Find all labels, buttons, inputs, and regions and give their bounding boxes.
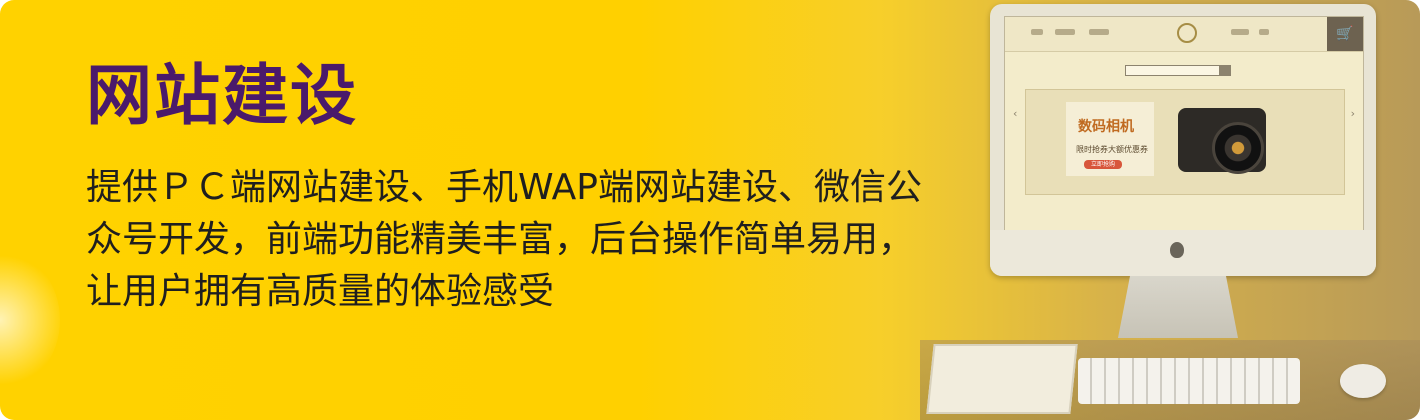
- computer-screen: 🛒 数码相机 限时抢券大额优惠券 立即抢购 ‹ ›: [1004, 16, 1364, 232]
- screen-hero: 数码相机 限时抢券大额优惠券 立即抢购: [1025, 89, 1345, 195]
- keyboard-icon: [1078, 358, 1300, 404]
- promo-card: 数码相机 限时抢券大额优惠券 立即抢购: [1066, 102, 1154, 176]
- nav-text: [1055, 29, 1075, 35]
- nav-text: [1089, 29, 1109, 35]
- search-box: [1125, 65, 1221, 76]
- imac-computer-icon: 🛒 数码相机 限时抢券大额优惠券 立即抢购 ‹ ›: [990, 4, 1376, 276]
- screen-topbar: 🛒: [1005, 17, 1363, 52]
- banner: 网站建设 提供ＰＣ端网站建设、手机WAP端网站建设、微信公众号开发，前端功能精美…: [0, 0, 1420, 420]
- computer-chin: [990, 230, 1376, 276]
- nav-text: [1259, 29, 1269, 35]
- tablet-icon: [926, 344, 1078, 414]
- nav-text: [1231, 29, 1249, 35]
- camera-lens: [1212, 122, 1264, 174]
- chevron-left-icon: ‹: [1013, 107, 1018, 120]
- search-icon: [1219, 65, 1231, 76]
- apple-logo-icon: [1170, 242, 1184, 258]
- computer-stand: [1118, 276, 1238, 338]
- promo-button: 立即抢购: [1084, 160, 1122, 169]
- banner-description: 提供ＰＣ端网站建设、手机WAP端网站建设、微信公众号开发，前端功能精美丰富，后台…: [86, 167, 922, 312]
- cart-icon: 🛒: [1327, 17, 1363, 51]
- chevron-right-icon: ›: [1350, 107, 1355, 120]
- site-logo-icon: [1177, 23, 1197, 43]
- camera-icon: [1178, 108, 1266, 174]
- promo-subtitle: 限时抢券大额优惠券: [1076, 145, 1148, 154]
- light-glow: [0, 250, 60, 390]
- desk-illustration: 🛒 数码相机 限时抢券大额优惠券 立即抢购 ‹ ›: [900, 0, 1420, 420]
- nav-text: [1031, 29, 1043, 35]
- promo-title: 数码相机: [1078, 119, 1134, 135]
- mouse-icon: [1340, 364, 1386, 398]
- banner-title: 网站建设: [86, 57, 358, 134]
